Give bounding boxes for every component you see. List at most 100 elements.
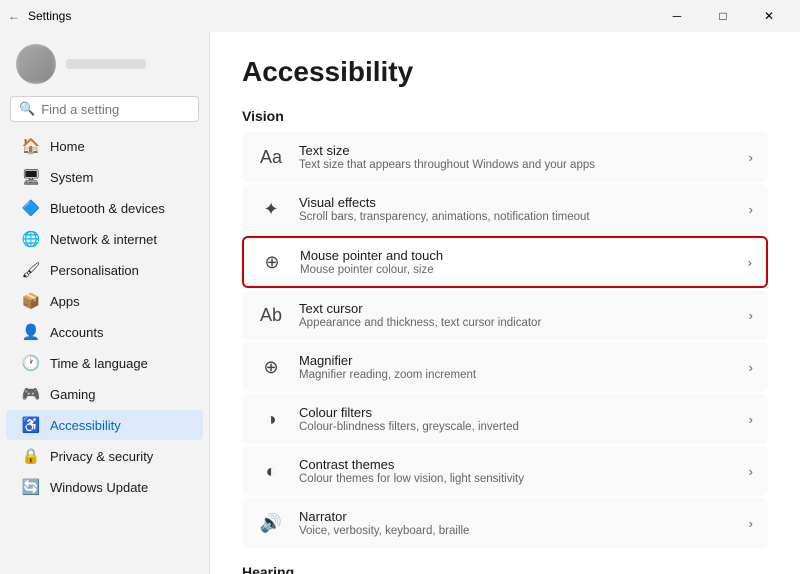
profile-name-blur	[66, 59, 146, 69]
back-arrow[interactable]: ←	[8, 9, 20, 23]
sidebar-item-apps[interactable]: 📦 Apps	[6, 286, 203, 316]
nav-icon-personalisation: 🖌	[22, 261, 40, 279]
sidebar-item-system[interactable]: 🖥 System	[6, 162, 203, 192]
sidebar-item-personalisation[interactable]: 🖌Personalisation	[6, 255, 203, 285]
settings-item-text-text-cursor: Text cursorAppearance and thickness, tex…	[299, 301, 541, 329]
close-button[interactable]: ✕	[746, 0, 792, 32]
settings-item-left-contrast-themes: ◐ Contrast themesColour themes for low vi…	[257, 457, 524, 485]
sidebar: 🔍 🏠 Home 🖥 System 🔷Bluetooth & devices 🌐 Netwo…	[0, 32, 210, 574]
nav-icon-accounts: 👤	[22, 323, 40, 341]
chevron-icon-mouse-pointer: ›	[748, 255, 752, 270]
sidebar-nav: 🏠 Home 🖥 System 🔷Bluetooth & devices 🌐 Network…	[0, 130, 209, 503]
settings-item-colour-filters[interactable]: ◑ Colour filtersColour-blindness filters,…	[242, 394, 768, 444]
nav-label-time: Time & language	[50, 356, 148, 371]
nav-label-accessibility: Accessibility	[50, 418, 121, 433]
settings-item-icon-contrast-themes: ◐	[257, 457, 285, 485]
settings-item-text-cursor[interactable]: Ab Text cursorAppearance and thickness, t…	[242, 290, 768, 340]
sidebar-item-accessibility[interactable]: ♿Accessibility	[6, 410, 203, 440]
sidebar-item-update[interactable]: 🔄Windows Update	[6, 472, 203, 502]
chevron-icon-text-cursor: ›	[749, 308, 753, 323]
settings-item-left-magnifier: ⊕ MagnifierMagnifier reading, zoom increm…	[257, 353, 476, 381]
nav-icon-home: 🏠	[22, 137, 40, 155]
nav-icon-privacy: 🔒	[22, 447, 40, 465]
settings-item-left-mouse-pointer: ⊕ Mouse pointer and touchMouse pointer co…	[258, 248, 443, 276]
settings-item-desc-contrast-themes: Colour themes for low vision, light sens…	[299, 473, 524, 485]
title-bar-left: ← Settings	[8, 9, 71, 23]
settings-item-contrast-themes[interactable]: ◐ Contrast themesColour themes for low vi…	[242, 446, 768, 496]
settings-item-title-visual-effects: Visual effects	[299, 195, 590, 210]
title-bar-label: Settings	[28, 9, 71, 23]
nav-label-home: Home	[50, 139, 85, 154]
settings-item-icon-narrator: 🔊	[257, 509, 285, 537]
settings-item-desc-magnifier: Magnifier reading, zoom increment	[299, 369, 476, 381]
settings-item-desc-narrator: Voice, verbosity, keyboard, braille	[299, 525, 469, 537]
settings-item-desc-text-cursor: Appearance and thickness, text cursor in…	[299, 317, 541, 329]
settings-item-icon-mouse-pointer: ⊕	[258, 248, 286, 276]
sidebar-item-home[interactable]: 🏠 Home	[6, 131, 203, 161]
settings-item-narrator[interactable]: 🔊 NarratorVoice, verbosity, keyboard, bra…	[242, 498, 768, 548]
sidebar-item-bluetooth[interactable]: 🔷Bluetooth & devices	[6, 193, 203, 223]
sidebar-item-time[interactable]: 🕐Time & language	[6, 348, 203, 378]
nav-icon-apps: 📦	[22, 292, 40, 310]
nav-icon-gaming: 🎮	[22, 385, 40, 403]
settings-item-title-narrator: Narrator	[299, 509, 469, 524]
settings-item-icon-text-size: Aa	[257, 143, 285, 171]
search-icon: 🔍	[19, 101, 35, 117]
settings-item-title-text-cursor: Text cursor	[299, 301, 541, 316]
nav-label-accounts: Accounts	[50, 325, 103, 340]
title-bar: ← Settings ─ □ ✕	[0, 0, 800, 32]
settings-item-desc-colour-filters: Colour-blindness filters, greyscale, inv…	[299, 421, 519, 433]
settings-item-text-narrator: NarratorVoice, verbosity, keyboard, brai…	[299, 509, 469, 537]
nav-label-network: Network & internet	[50, 232, 157, 247]
app-window: 🔍 🏠 Home 🖥 System 🔷Bluetooth & devices 🌐 Netwo…	[0, 32, 800, 574]
nav-label-system: System	[50, 170, 93, 185]
nav-label-gaming: Gaming	[50, 387, 96, 402]
nav-icon-system: 🖥	[22, 168, 40, 186]
settings-item-mouse-pointer[interactable]: ⊕ Mouse pointer and touchMouse pointer co…	[242, 236, 768, 288]
settings-item-icon-magnifier: ⊕	[257, 353, 285, 381]
settings-item-text-size[interactable]: Aa Text sizeText size that appears throug…	[242, 132, 768, 182]
settings-list-vision: Aa Text sizeText size that appears throug…	[242, 132, 768, 548]
settings-item-text-contrast-themes: Contrast themesColour themes for low vis…	[299, 457, 524, 485]
chevron-icon-magnifier: ›	[749, 360, 753, 375]
settings-item-icon-colour-filters: ◑	[257, 405, 285, 433]
settings-item-desc-visual-effects: Scroll bars, transparency, animations, n…	[299, 211, 590, 223]
search-input[interactable]	[41, 102, 190, 117]
settings-item-desc-mouse-pointer: Mouse pointer colour, size	[300, 264, 443, 276]
settings-item-text-colour-filters: Colour filtersColour-blindness filters, …	[299, 405, 519, 433]
settings-item-title-contrast-themes: Contrast themes	[299, 457, 524, 472]
chevron-icon-visual-effects: ›	[749, 202, 753, 217]
settings-item-text-text-size: Text sizeText size that appears througho…	[299, 143, 595, 171]
settings-item-title-mouse-pointer: Mouse pointer and touch	[300, 248, 443, 263]
settings-item-visual-effects[interactable]: ✦Visual effectsScroll bars, transparency…	[242, 184, 768, 234]
content-area: Accessibility VisionAaText sizeText size…	[210, 32, 800, 574]
settings-item-title-colour-filters: Colour filters	[299, 405, 519, 420]
avatar	[16, 44, 56, 84]
settings-item-title-text-size: Text size	[299, 143, 595, 158]
settings-item-left-narrator: 🔊 NarratorVoice, verbosity, keyboard, bra…	[257, 509, 469, 537]
settings-item-text-magnifier: MagnifierMagnifier reading, zoom increme…	[299, 353, 476, 381]
settings-item-magnifier[interactable]: ⊕ MagnifierMagnifier reading, zoom increm…	[242, 342, 768, 392]
minimize-button[interactable]: ─	[654, 0, 700, 32]
settings-item-left-visual-effects: ✦Visual effectsScroll bars, transparency…	[257, 195, 590, 223]
chevron-icon-narrator: ›	[749, 516, 753, 531]
sidebar-item-privacy[interactable]: 🔒Privacy & security	[6, 441, 203, 471]
nav-icon-update: 🔄	[22, 478, 40, 496]
settings-item-left-text-size: Aa Text sizeText size that appears throug…	[257, 143, 595, 171]
nav-icon-network: 🌐	[22, 230, 40, 248]
search-box[interactable]: 🔍	[10, 96, 199, 122]
sidebar-item-network[interactable]: 🌐 Network & internet	[6, 224, 203, 254]
settings-sections: VisionAaText sizeText size that appears …	[242, 108, 768, 574]
maximize-button[interactable]: □	[700, 0, 746, 32]
settings-item-left-text-cursor: Ab Text cursorAppearance and thickness, t…	[257, 301, 541, 329]
settings-item-left-colour-filters: ◑ Colour filtersColour-blindness filters,…	[257, 405, 519, 433]
settings-item-icon-text-cursor: Ab	[257, 301, 285, 329]
sidebar-item-accounts[interactable]: 👤 Accounts	[6, 317, 203, 347]
sidebar-item-gaming[interactable]: 🎮 Gaming	[6, 379, 203, 409]
nav-label-apps: Apps	[50, 294, 80, 309]
chevron-icon-text-size: ›	[749, 150, 753, 165]
section-heading-hearing: Hearing	[242, 564, 768, 574]
page-title: Accessibility	[242, 56, 768, 88]
chevron-icon-colour-filters: ›	[749, 412, 753, 427]
nav-icon-bluetooth: 🔷	[22, 199, 40, 217]
